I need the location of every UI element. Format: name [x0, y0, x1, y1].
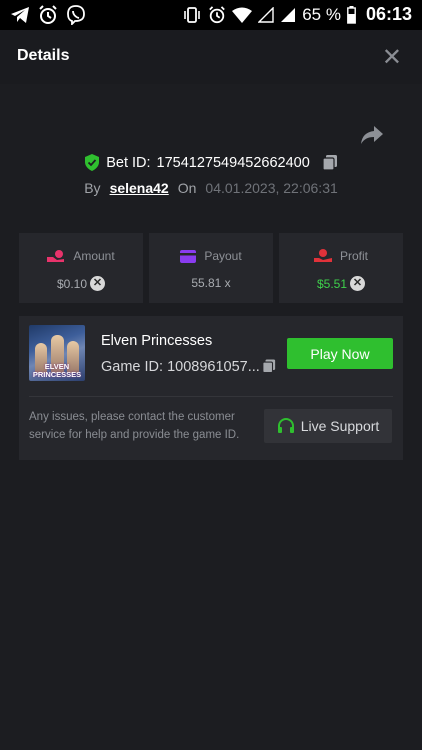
bet-date: 04.01.2023, 22:06:31: [205, 180, 338, 196]
profit-label: Profit: [339, 249, 368, 263]
play-now-button[interactable]: Play Now: [287, 338, 393, 369]
amount-label-row: Amount: [19, 249, 143, 263]
bet-meta-row: By selena42 On 04.01.2023, 22:06:31: [0, 180, 422, 196]
game-thumbnail[interactable]: ELVEN PRINCESSES: [29, 325, 85, 381]
live-support-label: Live Support: [300, 418, 380, 434]
wifi-icon: [232, 7, 253, 23]
profit-label-row: Profit: [279, 249, 403, 263]
battery-percent: 65 %: [302, 4, 341, 24]
credit-card-icon: [180, 249, 197, 263]
amount-card: Amount $0.10 ✕: [19, 233, 143, 303]
profit-card: Profit $5.51 ✕: [279, 233, 403, 303]
alarm-icon: [39, 5, 57, 24]
divider: [29, 396, 393, 397]
copy-icon[interactable]: [262, 358, 276, 374]
status-bar-notifications: [10, 5, 86, 25]
signal-icon: [281, 7, 296, 22]
clock: 06:13: [365, 4, 412, 24]
support-help-text: Any issues, please contact the customer …: [29, 411, 240, 441]
bet-id-row: Bet ID: 1754127549452662400: [0, 154, 422, 171]
share-icon[interactable]: [360, 124, 384, 146]
vibrate-icon: [184, 6, 201, 23]
status-bar-system: 65 % 06:13: [182, 4, 412, 25]
profit-value: $5.51: [316, 276, 348, 291]
payout-card: Payout 55.81 x: [149, 233, 273, 303]
amount-value-row: $0.10 ✕: [19, 276, 143, 291]
currency-badge-icon: ✕: [90, 276, 106, 291]
bet-id-value: 1754127549452662400: [156, 154, 310, 171]
page-title: Details: [17, 47, 70, 64]
viber-icon: [67, 5, 85, 25]
payout-value-row: 55.81 x: [149, 276, 273, 290]
hand-coin-icon: [313, 249, 332, 262]
by-label: By: [84, 180, 101, 196]
game-card: ELVEN PRINCESSES Elven Princesses Game I…: [19, 316, 403, 460]
currency-badge-icon: ✕: [350, 276, 366, 291]
coins-hand-icon: [47, 250, 65, 262]
payout-label-row: Payout: [149, 249, 273, 263]
amount-label: Amount: [73, 249, 115, 263]
signal-empty-icon: [258, 6, 274, 23]
details-header: Details ✕: [0, 30, 422, 84]
game-name: Elven Princesses: [101, 333, 213, 349]
battery-icon: [347, 5, 356, 24]
username-link[interactable]: selena42: [110, 180, 169, 196]
game-id: Game ID: 1008961057...: [101, 359, 260, 375]
copy-icon[interactable]: [322, 154, 338, 171]
alarm-icon: [209, 5, 226, 23]
telegram-icon: [11, 7, 29, 23]
headset-icon: [277, 417, 294, 433]
shield-check-icon: [85, 154, 100, 171]
live-support-button[interactable]: Live Support: [264, 409, 392, 443]
profit-value-row: $5.51 ✕: [279, 276, 403, 291]
bet-id-label: Bet ID:: [106, 154, 151, 171]
payout-value: 55.81 x: [191, 276, 231, 290]
amount-value: $0.10: [56, 276, 88, 291]
close-button[interactable]: ✕: [382, 43, 402, 72]
on-label: On: [177, 180, 197, 196]
game-thumbnail-caption: ELVEN PRINCESSES: [32, 362, 82, 379]
payout-label: Payout: [204, 249, 242, 263]
status-bar: 65 % 06:13: [0, 0, 422, 30]
